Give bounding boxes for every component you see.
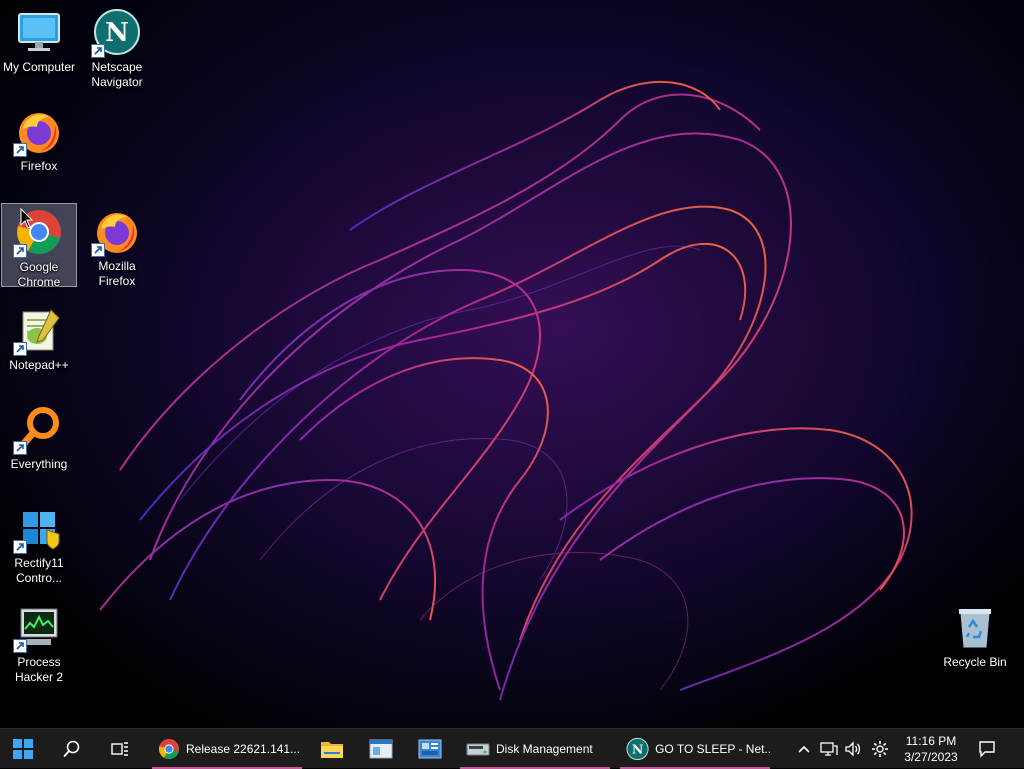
desktop-icon-rectify11[interactable]: Rectify11 Contro... <box>1 500 77 585</box>
desktop-icon-label: Rectify11 Contro... <box>14 556 64 585</box>
process-hacker-icon <box>13 603 63 653</box>
recycle-bin-icon <box>951 603 999 651</box>
tray-clock[interactable]: 11:16 PM 3/27/2023 <box>896 729 966 769</box>
desktop-icon-label: Notepad++ <box>9 358 69 372</box>
shortcut-arrow-icon <box>13 441 27 455</box>
gear-icon <box>872 741 888 757</box>
taskbar-app-label: GO TO SLEEP - Net... <box>655 742 770 756</box>
chevron-up-icon <box>798 745 810 753</box>
tray-volume-button[interactable] <box>842 729 864 769</box>
firefox-icon <box>13 107 63 157</box>
everything-icon <box>13 405 63 455</box>
control-panel-icon <box>418 739 442 759</box>
svg-text:N: N <box>105 18 129 48</box>
desktop-icon-everything[interactable]: Everything <box>1 401 77 485</box>
taskbar-app-label: Release 22621.141... <box>186 742 301 756</box>
window-app-icon <box>369 739 393 759</box>
tray-settings-button[interactable] <box>869 729 891 769</box>
search-button[interactable] <box>52 729 92 769</box>
firefox-icon <box>91 207 141 257</box>
netscape-icon: N <box>91 8 141 58</box>
mouse-cursor-icon <box>20 208 34 229</box>
shortcut-arrow-icon <box>91 243 105 257</box>
computer-icon <box>15 8 63 56</box>
desktop-icon-label: Process Hacker 2 <box>14 655 64 684</box>
wallpaper-bloom <box>0 0 1024 728</box>
desktop-icon-notepadpp[interactable]: Notepad++ <box>1 302 77 386</box>
shortcut-arrow-icon <box>13 639 27 653</box>
tray-network-button[interactable] <box>818 729 840 769</box>
svg-text:N: N <box>632 741 643 756</box>
clock-date: 3/27/2023 <box>904 750 958 764</box>
shortcut-arrow-icon <box>13 143 27 157</box>
desktop-icon-label: Everything <box>10 457 68 471</box>
shortcut-arrow-icon <box>13 342 27 356</box>
taskbar-app-disk-management[interactable]: Disk Management <box>460 729 610 769</box>
task-view-icon <box>111 742 128 756</box>
desktop-icon-netscape-navigator[interactable]: N Netscape Navigator <box>79 4 155 89</box>
taskbar: Release 22621.141... Disk Management N G… <box>0 728 1024 769</box>
desktop-icon-google-chrome[interactable]: Google Chrome <box>1 203 77 289</box>
desktop-icon-label: Netscape Navigator <box>91 60 143 89</box>
taskbar-app-file-explorer[interactable] <box>312 729 352 769</box>
taskbar-app-label: Disk Management <box>496 742 593 756</box>
desktop-icon-recycle-bin[interactable]: Recycle Bin <box>937 599 1013 683</box>
taskbar-app-control-panel[interactable] <box>410 729 450 769</box>
desktop-icon-firefox[interactable]: Firefox <box>1 103 77 187</box>
taskbar-app-chrome[interactable]: Release 22621.141... <box>152 729 302 769</box>
desktop-icon-process-hacker[interactable]: Process Hacker 2 <box>1 599 77 684</box>
notification-center-button[interactable] <box>976 729 998 769</box>
rectify11-icon <box>13 504 63 554</box>
windows-start-icon <box>13 739 33 759</box>
shortcut-arrow-icon <box>91 44 105 58</box>
desktop-icon-label: Recycle Bin <box>943 655 1007 669</box>
desktop[interactable]: My Computer N Netscape Navigator Firefox… <box>0 0 1024 728</box>
taskbar-app-window[interactable] <box>361 729 401 769</box>
task-view-button[interactable] <box>100 729 140 769</box>
notification-icon <box>979 741 995 758</box>
desktop-icon-label: Google Chrome <box>17 260 61 289</box>
notepadpp-icon <box>13 306 63 356</box>
tray-overflow-button[interactable] <box>794 729 814 769</box>
desktop-icon-label: Firefox <box>20 159 58 173</box>
desktop-icon-label: Mozilla Firefox <box>98 259 136 288</box>
clock-time: 11:16 PM <box>905 734 957 748</box>
chrome-icon <box>158 738 180 760</box>
file-explorer-icon <box>321 742 343 758</box>
search-icon <box>63 740 80 757</box>
shortcut-arrow-icon <box>13 540 27 554</box>
shortcut-arrow-icon <box>13 244 27 258</box>
desktop-icon-label: My Computer <box>2 60 76 74</box>
desktop-icon-mozilla-firefox[interactable]: Mozilla Firefox <box>79 203 155 288</box>
disk-management-icon <box>466 743 490 756</box>
netscape-icon: N <box>626 737 649 761</box>
volume-icon <box>845 741 861 757</box>
start-button[interactable] <box>3 729 43 769</box>
network-icon <box>820 742 838 756</box>
desktop-icon-my-computer[interactable]: My Computer <box>1 4 77 88</box>
taskbar-app-netscape[interactable]: N GO TO SLEEP - Net... <box>620 729 770 769</box>
